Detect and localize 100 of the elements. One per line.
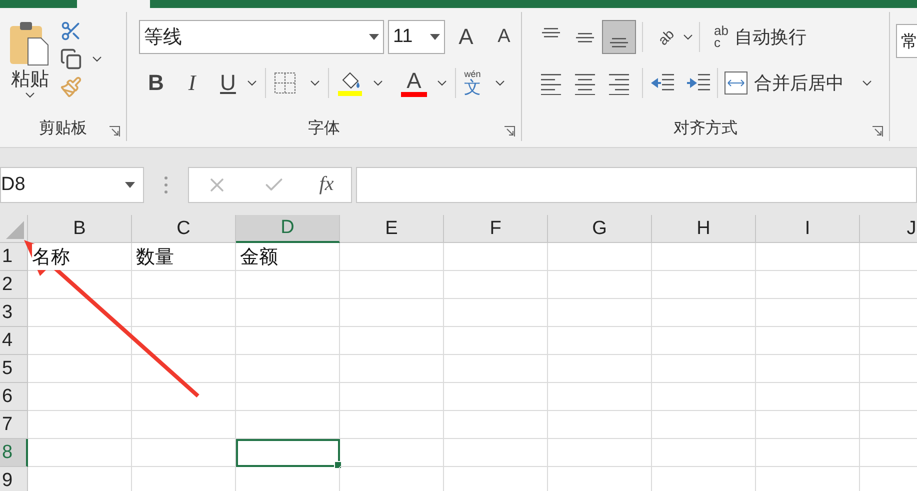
table-cell[interactable] bbox=[340, 439, 444, 467]
copy-icon[interactable] bbox=[60, 48, 82, 70]
row-header[interactable]: 1 bbox=[0, 243, 28, 271]
vertical-align-button[interactable] bbox=[602, 20, 636, 54]
row-header[interactable]: 8 bbox=[0, 439, 28, 467]
table-cell[interactable] bbox=[340, 271, 444, 299]
table-cell[interactable] bbox=[28, 439, 132, 467]
table-cell[interactable]: 金额 bbox=[236, 243, 340, 271]
table-cell[interactable] bbox=[444, 271, 548, 299]
column-header[interactable]: B bbox=[28, 215, 132, 243]
column-header[interactable]: D bbox=[236, 215, 340, 243]
borders-icon[interactable] bbox=[274, 72, 296, 94]
phonetic-button[interactable]: wén 文 bbox=[464, 70, 481, 96]
table-cell[interactable] bbox=[652, 355, 756, 383]
dropdown-icon[interactable] bbox=[430, 34, 440, 40]
merge-cells-icon[interactable] bbox=[724, 71, 748, 95]
table-cell[interactable] bbox=[28, 327, 132, 355]
table-cell[interactable] bbox=[236, 271, 340, 299]
caret-icon[interactable] bbox=[373, 80, 383, 86]
table-cell[interactable] bbox=[548, 439, 652, 467]
table-cell[interactable] bbox=[236, 355, 340, 383]
align-icon[interactable] bbox=[573, 71, 597, 95]
table-cell[interactable] bbox=[340, 299, 444, 327]
column-header[interactable]: E bbox=[340, 215, 444, 243]
dropdown-icon[interactable] bbox=[369, 34, 379, 40]
table-cell[interactable] bbox=[652, 383, 756, 411]
column-header[interactable]: J bbox=[860, 215, 917, 243]
table-cell[interactable] bbox=[444, 299, 548, 327]
table-cell[interactable] bbox=[548, 383, 652, 411]
align-icon[interactable] bbox=[607, 71, 631, 95]
table-cell[interactable] bbox=[548, 271, 652, 299]
dropdown-icon[interactable] bbox=[125, 182, 135, 188]
table-cell[interactable] bbox=[444, 383, 548, 411]
row-header[interactable]: 9 bbox=[0, 467, 28, 491]
caret-icon[interactable] bbox=[310, 80, 320, 86]
table-cell[interactable] bbox=[548, 243, 652, 271]
select-all-icon[interactable] bbox=[6, 221, 24, 239]
table-cell[interactable] bbox=[28, 383, 132, 411]
table-cell[interactable] bbox=[132, 299, 236, 327]
number-format-field[interactable]: 常 bbox=[896, 24, 917, 58]
column-header[interactable]: C bbox=[132, 215, 236, 243]
table-cell[interactable] bbox=[756, 383, 860, 411]
table-cell[interactable] bbox=[756, 271, 860, 299]
table-cell[interactable] bbox=[132, 411, 236, 439]
dialog-launcher-icon[interactable] bbox=[872, 126, 883, 137]
table-cell[interactable] bbox=[756, 411, 860, 439]
caret-icon[interactable] bbox=[92, 56, 102, 62]
table-cell[interactable] bbox=[132, 271, 236, 299]
caret-icon[interactable] bbox=[862, 80, 872, 86]
table-cell[interactable] bbox=[236, 327, 340, 355]
table-cell[interactable] bbox=[340, 243, 444, 271]
table-cell[interactable] bbox=[652, 271, 756, 299]
underline-button[interactable]: U bbox=[211, 66, 245, 100]
format-painter-icon[interactable] bbox=[60, 76, 82, 98]
table-cell[interactable] bbox=[652, 299, 756, 327]
font-name-field[interactable]: 等线 bbox=[139, 20, 384, 54]
italic-button[interactable]: I bbox=[175, 66, 209, 100]
dialog-launcher-icon[interactable] bbox=[504, 126, 515, 137]
caret-icon[interactable] bbox=[683, 34, 693, 40]
row-header[interactable]: 5 bbox=[0, 355, 28, 383]
table-cell[interactable] bbox=[340, 355, 444, 383]
table-cell[interactable] bbox=[756, 299, 860, 327]
row-header[interactable]: 7 bbox=[0, 411, 28, 439]
font-size-field[interactable]: 11 bbox=[388, 20, 445, 54]
table-cell[interactable] bbox=[444, 355, 548, 383]
table-cell[interactable] bbox=[756, 439, 860, 467]
table-cell[interactable] bbox=[548, 327, 652, 355]
orientation-button[interactable]: ab bbox=[649, 20, 683, 54]
table-cell[interactable] bbox=[236, 383, 340, 411]
table-cell[interactable] bbox=[444, 439, 548, 467]
table-cell[interactable] bbox=[444, 327, 548, 355]
dialog-launcher-icon[interactable] bbox=[109, 126, 120, 137]
caret-icon[interactable] bbox=[25, 92, 35, 98]
grow-font-button[interactable]: A bbox=[449, 20, 483, 54]
table-cell[interactable] bbox=[652, 243, 756, 271]
table-cell[interactable] bbox=[340, 383, 444, 411]
table-cell[interactable] bbox=[340, 411, 444, 439]
table-cell[interactable] bbox=[548, 411, 652, 439]
table-cell[interactable] bbox=[340, 327, 444, 355]
table-cell[interactable] bbox=[444, 411, 548, 439]
table-cell[interactable] bbox=[28, 411, 132, 439]
table-cell[interactable] bbox=[652, 411, 756, 439]
table-cell[interactable] bbox=[756, 327, 860, 355]
table-cell[interactable] bbox=[132, 355, 236, 383]
row-header[interactable]: 2 bbox=[0, 271, 28, 299]
column-header[interactable]: G bbox=[548, 215, 652, 243]
table-cell[interactable]: 名称 bbox=[28, 243, 132, 271]
caret-icon[interactable] bbox=[437, 80, 447, 86]
font-color-button[interactable]: A bbox=[401, 70, 427, 96]
row-header[interactable]: 4 bbox=[0, 327, 28, 355]
row-header[interactable]: 3 bbox=[0, 299, 28, 327]
table-cell[interactable] bbox=[756, 355, 860, 383]
column-header[interactable]: H bbox=[652, 215, 756, 243]
bold-button[interactable]: B bbox=[139, 66, 173, 100]
formula-input[interactable] bbox=[356, 166, 917, 202]
paste-button[interactable]: 粘贴 bbox=[11, 66, 49, 92]
ribbon-tab[interactable] bbox=[77, 0, 150, 8]
insert-function-button[interactable]: fx bbox=[319, 173, 334, 196]
table-cell[interactable] bbox=[652, 439, 756, 467]
table-cell[interactable] bbox=[444, 243, 548, 271]
